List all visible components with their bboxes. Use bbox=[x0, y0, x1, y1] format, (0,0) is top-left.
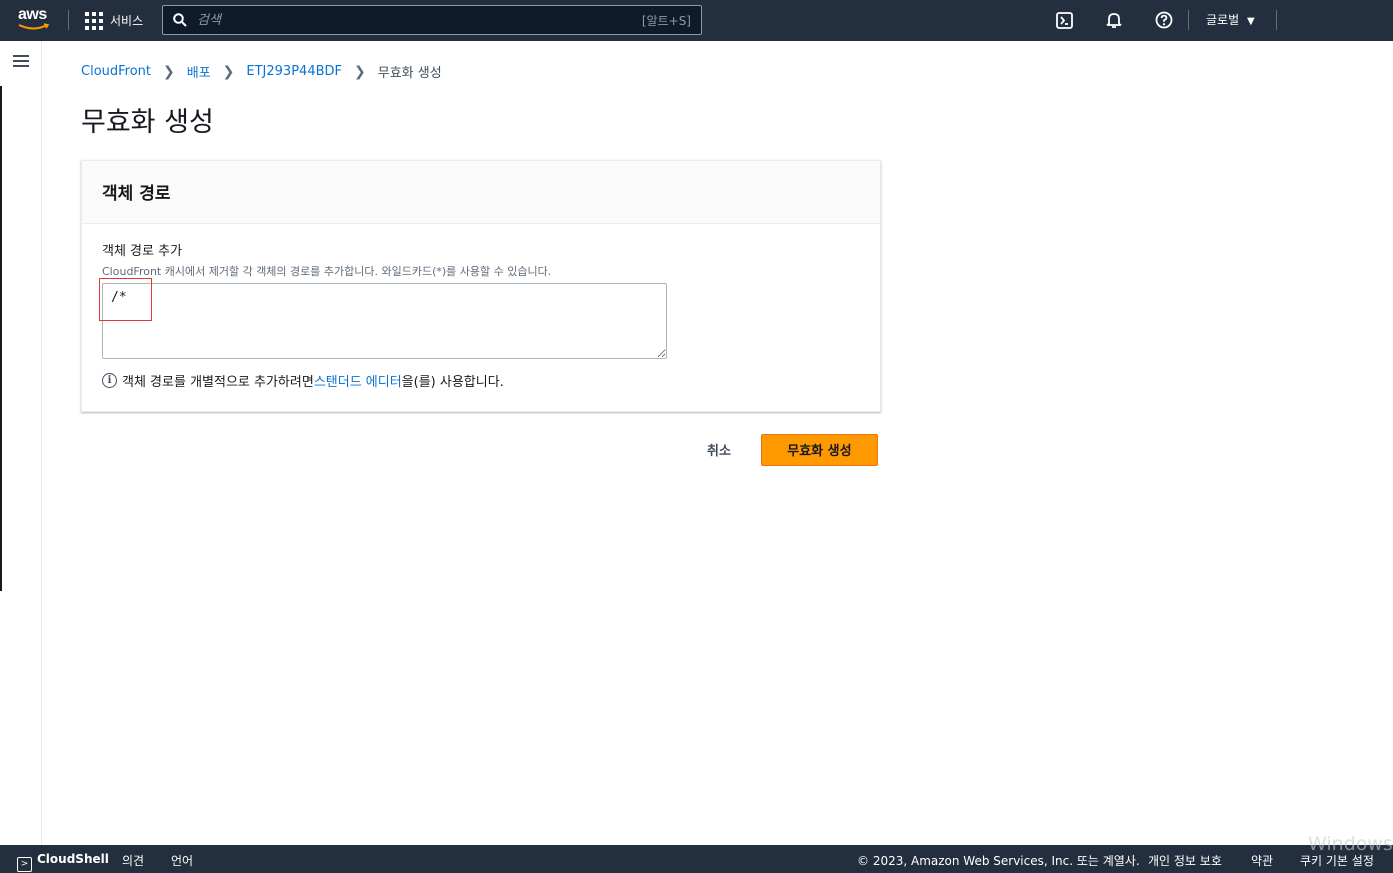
cloudshell-icon[interactable] bbox=[1054, 10, 1074, 30]
menu-icon[interactable] bbox=[13, 55, 29, 69]
object-paths-label: 객체 경로 추가 bbox=[102, 244, 183, 259]
search-icon bbox=[173, 13, 187, 27]
caret-down-icon: ▼ bbox=[1246, 16, 1255, 27]
footer-copyright: © 2023, Amazon Web Services, Inc. 또는 계열사… bbox=[857, 854, 1140, 868]
breadcrumb-distribution-id[interactable]: ETJ293P44BDF bbox=[246, 64, 342, 79]
footer-feedback-link[interactable]: 의견 bbox=[122, 852, 144, 869]
footer-cookies-link[interactable]: 쿠키 기본 설정 bbox=[1300, 852, 1374, 869]
grid-icon bbox=[84, 11, 103, 30]
nav-divider bbox=[1188, 10, 1189, 30]
footer-language-link[interactable]: 언어 bbox=[171, 852, 193, 869]
services-label: 서비스 bbox=[110, 13, 144, 28]
region-label: 글로벌 bbox=[1206, 13, 1240, 27]
footer-terms-link[interactable]: 약관 bbox=[1251, 852, 1273, 869]
form-actions: 취소 무효화 생성 bbox=[697, 432, 878, 467]
page-title: 무효화 생성 bbox=[81, 107, 214, 138]
search-input[interactable] bbox=[197, 12, 642, 28]
nav-divider bbox=[1276, 10, 1277, 30]
chevron-right-icon: ❯ bbox=[222, 63, 235, 80]
panel-title: 객체 경로 bbox=[102, 184, 171, 204]
cloudshell-icon: > bbox=[17, 856, 32, 872]
search-shortcut: [알트+S] bbox=[641, 13, 691, 28]
chevron-right-icon: ❯ bbox=[354, 63, 366, 80]
info-text-prefix: 객체 경로를 개별적으로 추가하려면 bbox=[122, 375, 314, 390]
info-text-suffix: 을(를) 사용합니다. bbox=[401, 375, 504, 390]
info-line: i 객체 경로를 개별적으로 추가하려면 스탠더드 에디터 을(를) 사용합니다. bbox=[102, 371, 860, 390]
panel-body: 객체 경로 추가 CloudFront 캐시에서 제거할 각 객체의 경로를 추… bbox=[82, 224, 880, 406]
window-edge bbox=[0, 86, 2, 591]
object-paths-textarea[interactable]: /* bbox=[102, 283, 667, 359]
nav-divider bbox=[68, 10, 69, 30]
top-navigation: aws 서비스 [알트+S] bbox=[0, 0, 1393, 41]
aws-logo[interactable]: aws bbox=[18, 7, 52, 33]
panel-header: 객체 경로 bbox=[82, 161, 880, 224]
services-menu-button[interactable]: 서비스 bbox=[84, 10, 143, 30]
help-icon[interactable] bbox=[1154, 10, 1174, 30]
bell-icon[interactable] bbox=[1104, 10, 1124, 30]
footer-cloudshell-button[interactable]: > CloudShell bbox=[17, 852, 109, 872]
footer: > CloudShell 의견 언어 © 2023, Amazon Web Ser… bbox=[0, 845, 1393, 873]
breadcrumb-current: 무효화 생성 bbox=[377, 66, 442, 81]
aws-logo-text: aws bbox=[18, 6, 47, 23]
region-selector[interactable]: 글로벌 ▼ bbox=[1206, 11, 1255, 28]
cancel-button[interactable]: 취소 bbox=[697, 432, 741, 467]
search-bar[interactable]: [알트+S] bbox=[162, 5, 702, 35]
create-invalidation-button[interactable]: 무효화 생성 bbox=[760, 433, 878, 466]
chevron-right-icon: ❯ bbox=[163, 63, 175, 80]
footer-privacy-link[interactable]: 개인 정보 보호 bbox=[1148, 852, 1222, 869]
object-paths-panel: 객체 경로 객체 경로 추가 CloudFront 캐시에서 제거할 각 객체의… bbox=[81, 160, 881, 412]
side-navigation bbox=[0, 41, 42, 845]
breadcrumb: CloudFront ❯ 배포 ❯ ETJ293P44BDF ❯ 무효화 생성 bbox=[81, 62, 442, 82]
aws-smile-icon bbox=[18, 23, 50, 30]
object-paths-description: CloudFront 캐시에서 제거할 각 객체의 경로를 추가합니다. 와일드… bbox=[102, 265, 552, 278]
breadcrumb-cloudfront[interactable]: CloudFront bbox=[81, 64, 151, 79]
info-icon: i bbox=[102, 373, 117, 388]
footer-cloudshell-label: CloudShell bbox=[37, 852, 109, 866]
breadcrumb-distributions[interactable]: 배포 bbox=[187, 62, 211, 81]
standard-editor-link[interactable]: 스탠더드 에디터 bbox=[314, 371, 402, 390]
